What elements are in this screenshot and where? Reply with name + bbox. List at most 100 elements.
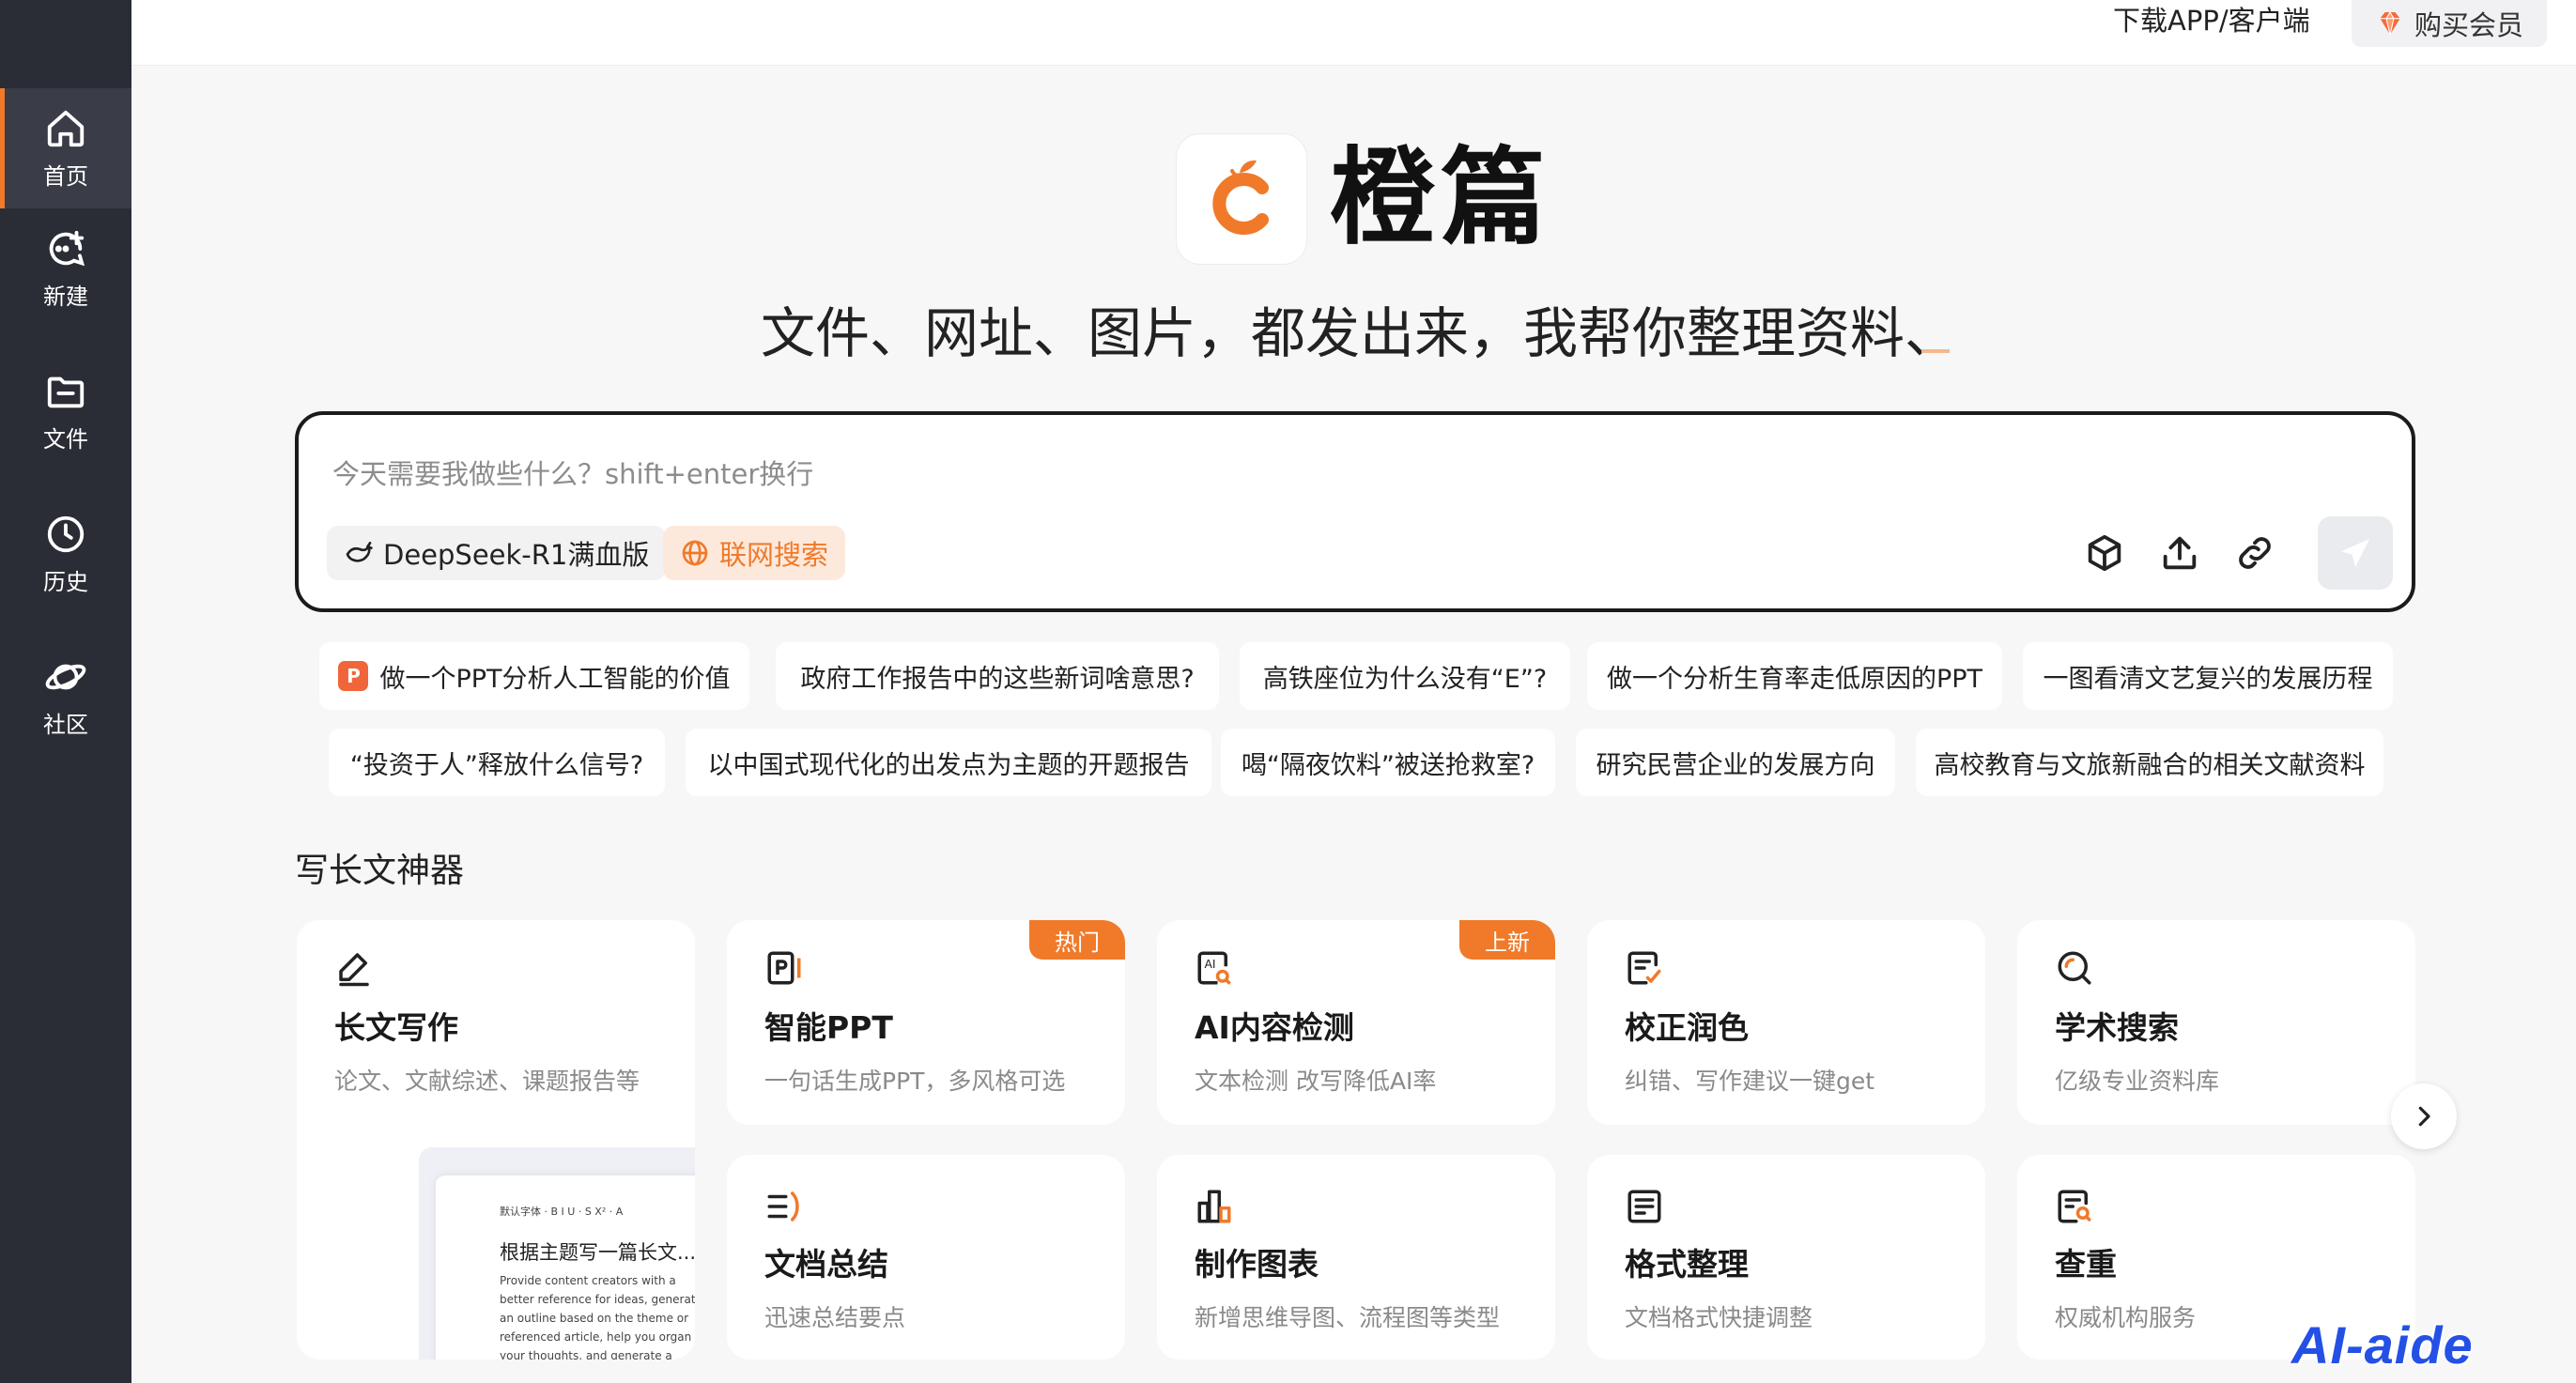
preview-toolbar: 默认字体 · B I U · S X² · A [500, 1206, 624, 1218]
card-desc: 亿级专业资料库 [2055, 1068, 2220, 1095]
card-title: 格式整理 [1625, 1246, 1749, 1283]
preview-body: Provide content creators with a better r… [500, 1274, 695, 1360]
summary-icon [764, 1187, 804, 1226]
card-make-chart[interactable]: 制作图表 新增思维导图、流程图等类型 [1157, 1155, 1555, 1360]
card-title: AI内容检测 [1195, 1009, 1354, 1046]
card-title: 查重 [2055, 1246, 2117, 1283]
card-long-writing[interactable]: 长文写作 论文、文献综述、课题报告等 默认字体 · B I U · S X² ·… [297, 920, 695, 1360]
sidebar-item-history[interactable]: 历史 [0, 494, 131, 614]
suggestion-text: 做一个分析生育率走低原因的PPT [1606, 664, 1983, 694]
sidebar-item-label: 历史 [43, 568, 88, 595]
suggestion-chip[interactable]: “投资于人”释放什么信号? [329, 729, 665, 796]
suggestion-chip[interactable]: 做一个分析生育率走低原因的PPT [1587, 642, 2002, 710]
carousel-next-button[interactable] [2391, 1083, 2457, 1149]
suggestion-chip[interactable]: 喝“隔夜饮料”被送抢救室? [1221, 729, 1555, 796]
preview-title: 根据主题写一篇长文... [500, 1241, 695, 1264]
card-desc: 文本检测 改写降低AI率 [1195, 1068, 1437, 1095]
buy-vip-button[interactable]: 购买会员 [2352, 0, 2547, 47]
card-ai-detect[interactable]: 上新 AI AI内容检测 文本检测 改写降低AI率 [1157, 920, 1555, 1125]
planet-icon [45, 664, 86, 689]
card-title: 文档总结 [764, 1246, 888, 1283]
cube-icon [2088, 534, 2121, 572]
svg-text:AI: AI [1205, 958, 1216, 971]
suggestion-chip[interactable]: 研究民营企业的发展方向 [1576, 729, 1895, 796]
home-icon [47, 110, 85, 146]
suggestion-chip[interactable]: 高校教育与文旅新融合的相关文献资料 [1916, 729, 2383, 796]
card-desc: 权威机构服务 [2055, 1304, 2197, 1331]
brand-name: 橙篇 [1330, 137, 1551, 259]
sidebar-item-label: 首页 [43, 162, 88, 190]
card-doc-summary[interactable]: 文档总结 迅速总结要点 [727, 1155, 1125, 1360]
whale-icon [346, 542, 373, 562]
upload-button[interactable] [2158, 531, 2201, 575]
ppt-icon [764, 948, 804, 988]
sidebar-item-label: 新建 [43, 283, 88, 310]
sidebar: 首页 新建 文件 历史 社区 [0, 0, 131, 1383]
ai-detect-icon: AI [1195, 948, 1234, 988]
typing-cursor [1921, 349, 1950, 353]
brand-logo [1176, 133, 1307, 265]
suggestion-text: 研究民营企业的发展方向 [1596, 750, 1875, 780]
suggestion-text: 喝“隔夜饮料”被送抢救室? [1241, 750, 1535, 780]
sidebar-item-label: 社区 [43, 711, 88, 738]
sidebar-item-community[interactable]: 社区 [0, 637, 131, 757]
suggestion-text: “投资于人”释放什么信号? [349, 750, 644, 780]
suggestion-chip[interactable]: 高铁座位为什么没有“E”? [1240, 642, 1570, 710]
model-selector-button[interactable]: DeepSeek-R1满血版 [327, 526, 667, 580]
cube-tool-button[interactable] [2083, 531, 2126, 575]
download-app-link[interactable]: 下载APP/客户端 [2113, 0, 2310, 41]
format-icon [1625, 1187, 1664, 1226]
suggestion-text: 一图看清文艺复兴的发展历程 [2043, 664, 2373, 694]
suggestion-text: 政府工作报告中的这些新词啥意思? [800, 664, 1195, 694]
link-button[interactable] [2233, 531, 2276, 575]
watermark-logo: AI-aide [2291, 1315, 2474, 1375]
send-icon [2341, 539, 2369, 567]
link-icon [2239, 537, 2271, 569]
card-title: 学术搜索 [2055, 1009, 2179, 1046]
suggestion-text: 高铁座位为什么没有“E”? [1262, 664, 1548, 694]
web-search-label: 联网搜索 [719, 539, 829, 571]
card-title: 长文写作 [334, 1009, 458, 1046]
card-academic-search[interactable]: 学术搜索 亿级专业资料库 [2017, 920, 2415, 1125]
buy-vip-label: 购买会员 [2414, 9, 2523, 41]
clock-icon [47, 515, 85, 552]
section-title: 写长文神器 [295, 852, 465, 890]
card-smart-ppt[interactable]: 热门 智能PPT 一句话生成PPT，多风格可选 [727, 920, 1125, 1125]
suggestion-chip[interactable]: P 做一个PPT分析人工智能的价值 [319, 642, 749, 710]
prompt-input-box[interactable]: 今天需要我做些什么？shift+enter换行 DeepSeek-R1满血版 联… [295, 411, 2415, 612]
sidebar-item-files[interactable]: 文件 [0, 351, 131, 471]
hot-tag: 热门 [1029, 920, 1125, 960]
suggestion-text: 以中国式现代化的出发点为主题的开题报告 [707, 750, 1190, 780]
new-tag: 上新 [1459, 920, 1555, 960]
card-desc: 纠错、写作建议一键get [1625, 1068, 1875, 1095]
check-duplicate-icon [2055, 1187, 2094, 1226]
search-icon [2055, 948, 2094, 988]
model-label: DeepSeek-R1满血版 [383, 539, 650, 571]
orange-logo-icon [1212, 160, 1269, 235]
folder-icon [47, 376, 85, 407]
new-chat-icon [49, 230, 85, 266]
upload-icon [2163, 536, 2197, 570]
card-desc: 文档格式快捷调整 [1625, 1304, 1813, 1331]
send-button[interactable] [2318, 516, 2393, 590]
card-proofread[interactable]: 校正润色 纠错、写作建议一键get [1587, 920, 1985, 1125]
hero-tagline: 文件、网址、图片，都发出来，我帮你整理资料、 [761, 301, 1960, 365]
card-title: 制作图表 [1195, 1246, 1319, 1283]
suggestion-text: 高校教育与文旅新融合的相关文献资料 [1934, 750, 2366, 780]
sidebar-item-home[interactable]: 首页 [0, 88, 131, 208]
sidebar-item-label: 文件 [43, 425, 88, 453]
suggestion-chip[interactable]: 政府工作报告中的这些新词啥意思? [776, 642, 1219, 710]
suggestion-text: 做一个PPT分析人工智能的价值 [379, 664, 731, 694]
prompt-input[interactable]: 今天需要我做些什么？shift+enter换行 [332, 453, 813, 492]
suggestion-chip[interactable]: 一图看清文艺复兴的发展历程 [2023, 642, 2393, 710]
sidebar-item-new[interactable]: 新建 [0, 208, 131, 329]
suggestion-chip[interactable]: 以中国式现代化的出发点为主题的开题报告 [686, 729, 1211, 796]
ppt-icon: P [338, 661, 369, 691]
topbar: 下载APP/客户端 购买会员 登录 [131, 0, 2576, 66]
chart-icon [1195, 1187, 1234, 1226]
web-search-toggle[interactable]: 联网搜索 [663, 526, 846, 580]
card-desc: 新增思维导图、流程图等类型 [1195, 1304, 1501, 1331]
card-format[interactable]: 格式整理 文档格式快捷调整 [1587, 1155, 1985, 1360]
proofread-icon [1625, 948, 1664, 988]
globe-icon [682, 540, 708, 566]
